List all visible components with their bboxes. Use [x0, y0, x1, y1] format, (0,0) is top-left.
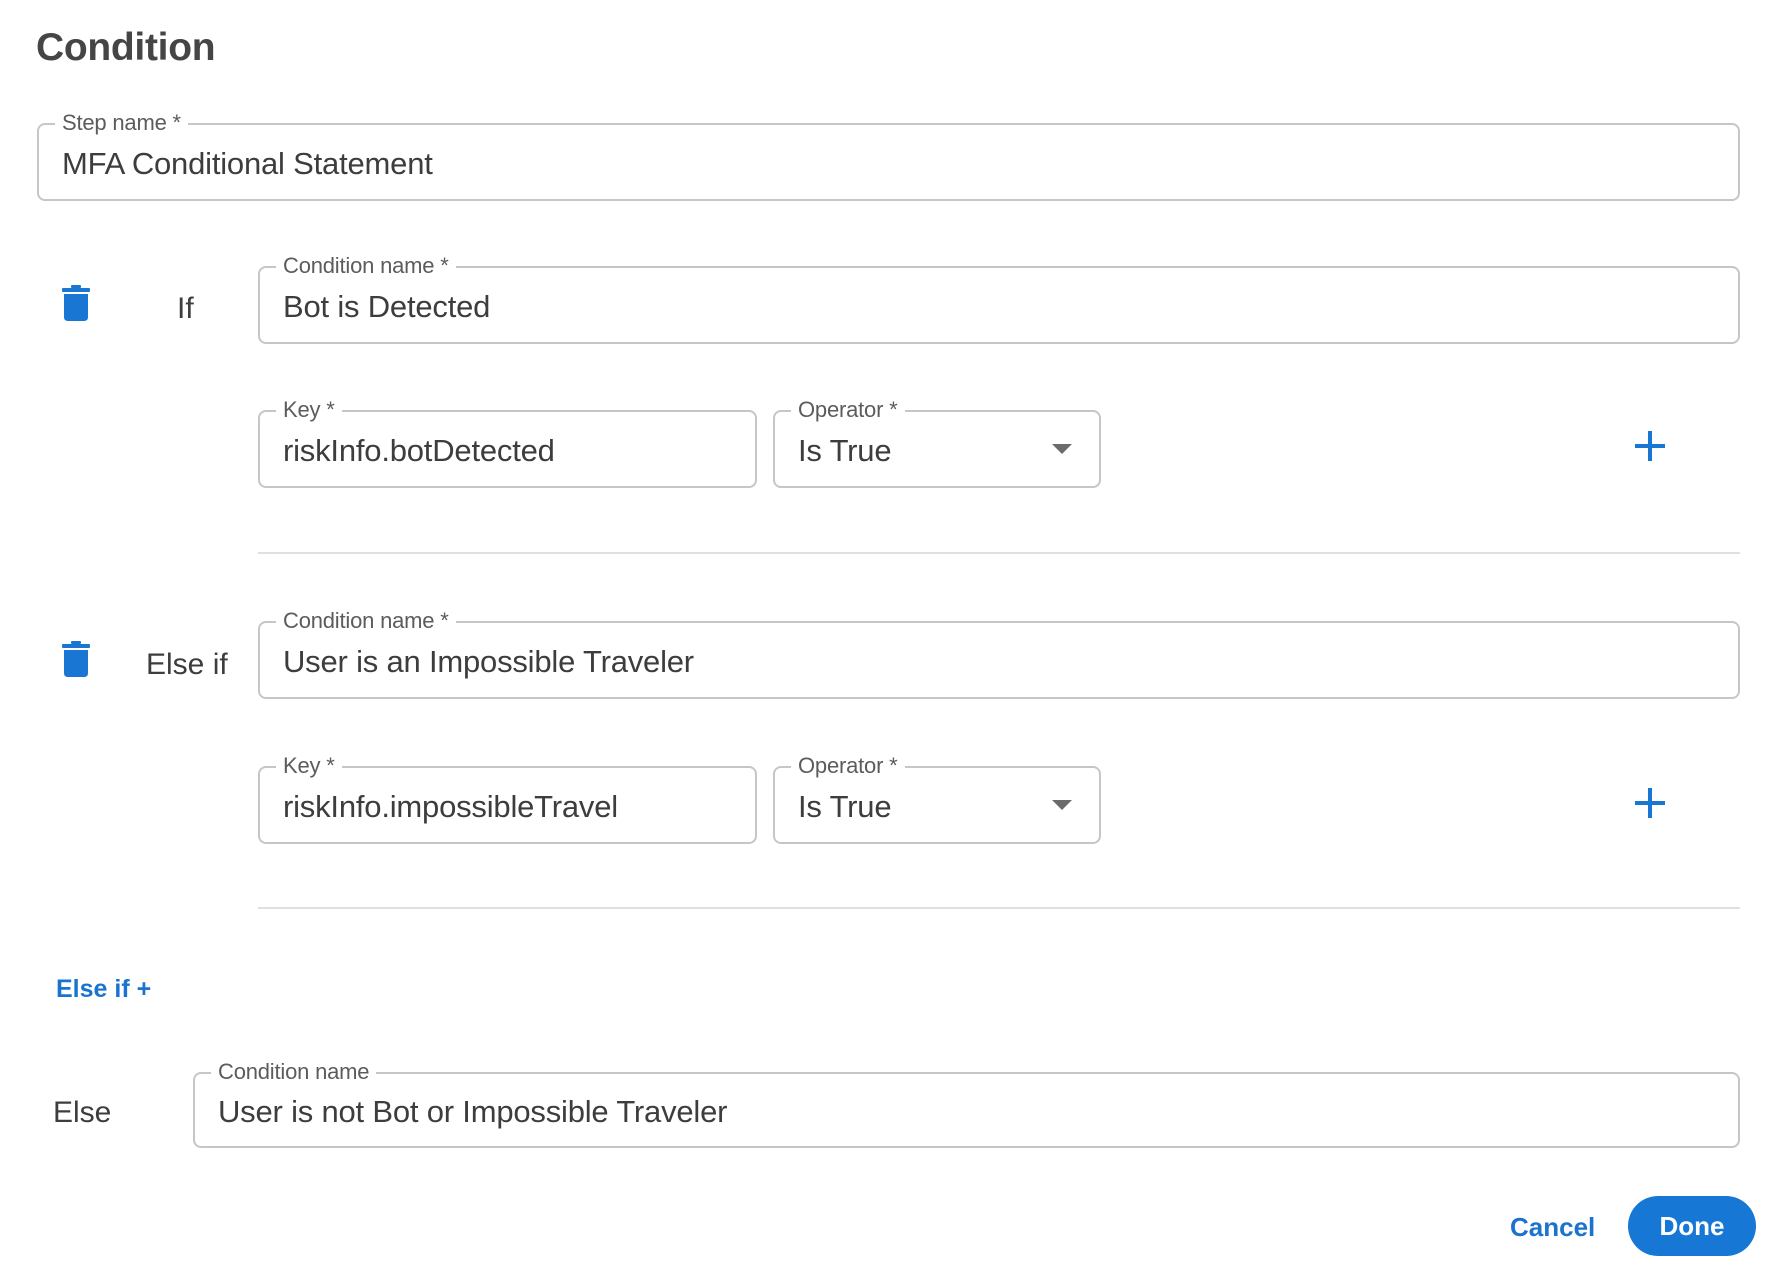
condition-name-field[interactable]: Condition name * User is an Impossible T…	[258, 608, 1740, 699]
add-else-if-button[interactable]: Else if +	[56, 974, 151, 1004]
condition-name-value: User is an Impossible Traveler	[283, 643, 694, 679]
step-name-field[interactable]: Step name * MFA Conditional Statement	[37, 110, 1740, 201]
operator-label: Operator *	[791, 397, 905, 423]
condition-name-field[interactable]: Condition name * Bot is Detected	[258, 253, 1740, 344]
operator-value: Is True	[798, 432, 892, 468]
step-name-value: MFA Conditional Statement	[62, 145, 433, 181]
trash-icon[interactable]	[62, 285, 90, 321]
caret-down-icon[interactable]	[1052, 444, 1072, 454]
if-label: If	[177, 292, 194, 325]
step-name-label: Step name *	[55, 110, 188, 136]
key-label: Key *	[276, 753, 342, 779]
caret-down-icon[interactable]	[1052, 800, 1072, 810]
key-value: riskInfo.botDetected	[283, 432, 555, 468]
done-button[interactable]: Done	[1628, 1196, 1756, 1256]
divider	[258, 907, 1740, 909]
operator-select[interactable]: Operator * Is True	[773, 753, 1101, 844]
operator-label: Operator *	[791, 753, 905, 779]
else-label: Else	[53, 1096, 112, 1129]
plus-icon[interactable]	[1635, 431, 1665, 461]
cancel-button[interactable]: Cancel	[1510, 1211, 1595, 1243]
condition-name-value: Bot is Detected	[283, 288, 491, 324]
condition-name-label: Condition name *	[276, 253, 456, 279]
condition-name-label: Condition name *	[276, 608, 456, 634]
condition-name-value: User is not Bot or Impossible Traveler	[218, 1093, 728, 1129]
trash-icon[interactable]	[62, 641, 90, 677]
else-condition-name-field[interactable]: Condition name User is not Bot or Imposs…	[193, 1059, 1740, 1148]
else-if-label: Else if	[146, 648, 228, 681]
key-value: riskInfo.impossibleTravel	[283, 788, 618, 824]
plus-icon[interactable]	[1635, 788, 1665, 818]
key-field[interactable]: Key * riskInfo.botDetected	[258, 397, 757, 488]
key-field[interactable]: Key * riskInfo.impossibleTravel	[258, 753, 757, 844]
operator-select[interactable]: Operator * Is True	[773, 397, 1101, 488]
key-label: Key *	[276, 397, 342, 423]
dialog-title: Condition	[36, 26, 216, 69]
condition-name-label: Condition name	[211, 1059, 377, 1085]
divider	[258, 552, 1740, 554]
operator-value: Is True	[798, 788, 892, 824]
